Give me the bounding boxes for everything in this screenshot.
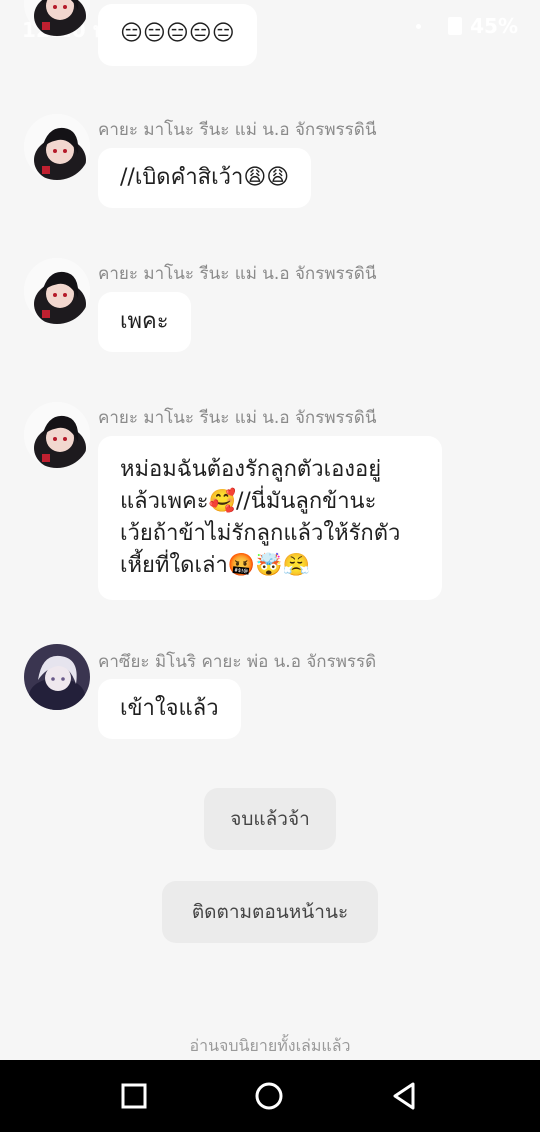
message-bubble: เข้าใจแล้ว (98, 679, 241, 739)
battery-icon (448, 17, 463, 35)
message-bubble: 😑😑😑😑😑 (98, 4, 257, 66)
finished-reading-note: อ่านจบนิยายทั้งเล่มแล้ว (189, 1036, 351, 1055)
message-bubble: หม่อมฉันต้องรักลูกตัวเองอยู่ แล้วเพคะ🥰//… (98, 436, 442, 600)
message-line: เว้ยถ้าข้าไม่รักลูกแล้วให้รักตัว (120, 521, 401, 546)
battery-level: 45% (470, 14, 518, 38)
circle-icon[interactable] (251, 1078, 287, 1114)
message-text: เข้าใจแล้ว (120, 696, 219, 721)
triangle-back-icon[interactable] (386, 1078, 422, 1114)
avatar-mother[interactable] (24, 258, 90, 324)
system-nav-bar (0, 1060, 540, 1132)
speaker-name: คายะ มาโนะ รีนะ แม่ น.อ จักรพรรดินี (98, 264, 377, 284)
message-text: //เบิดคำสิเว้า😩😩 (120, 165, 290, 190)
avatar-mother[interactable] (24, 402, 90, 468)
status-right: 45% (448, 14, 518, 38)
message-text: เพคะ (120, 309, 169, 334)
message-line: แล้วเพคะ🥰//นี่มันลูกข้านะ (120, 489, 377, 514)
speaker-name: คายะ มาโนะ รีนะ แม่ น.อ จักรพรรดินี (98, 408, 377, 428)
speaker-name: คายะ มาโนะ รีนะ แม่ น.อ จักรพรรดินี (98, 120, 377, 140)
message-bubble: เพคะ (98, 292, 191, 352)
message-text: 😑😑😑😑😑 (120, 21, 235, 46)
notification-dot-icon (416, 24, 421, 29)
speaker-name: คาซึยะ มิโนริ คายะ พ่อ น.อ จักรพรรดิ (98, 652, 377, 672)
square-icon[interactable] (116, 1078, 152, 1114)
message-line: หม่อมฉันต้องรักลูกตัวเองอยู่ (120, 457, 382, 482)
avatar-mother[interactable] (24, 114, 90, 180)
avatar-father[interactable] (24, 644, 90, 710)
end-chapter-pill[interactable]: จบแล้วจ้า (204, 788, 336, 850)
message-line: เหี้ยที่ใดเล่า🤬🤯😤 (120, 553, 310, 578)
message-bubble: //เบิดคำสิเว้า😩😩 (98, 148, 312, 208)
follow-next-button[interactable]: ติดตามตอนหน้านะ (162, 881, 378, 943)
